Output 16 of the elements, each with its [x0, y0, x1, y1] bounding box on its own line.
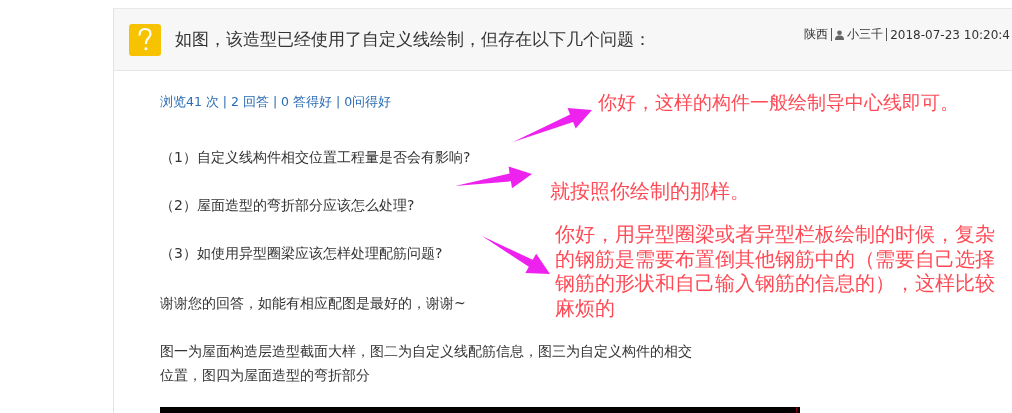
description-text: 图一为屋面构造层造型截面大样，图二为自定义线配筋信息，图三为自定义构件的相交位置，图四为屋面造型的弯折部分: [160, 342, 693, 385]
thanks-text: 谢谢您的回答，如能有相应配图是最好的，谢谢~: [160, 294, 466, 313]
author-link[interactable]: 小三千: [847, 26, 884, 43]
annotation-text: 就按照你绘制的那样。: [550, 180, 750, 205]
annotation-text: 你好，这样的构件一般绘制导中心线即可。: [598, 90, 959, 115]
question-icon: [129, 23, 161, 56]
post-time: 2018-07-23 10:20:4: [890, 27, 1010, 42]
user-icon: [835, 29, 845, 40]
stats-line: 浏览41 次 | 2 回答 | 0 答得好 | 0问得好: [160, 94, 392, 111]
question-item: （1）自定义线构件相交位置工程量是否会有影响?: [160, 148, 471, 167]
question-title: 如图，该造型已经使用了自定义线绘制，但存在以下几个问题：: [175, 28, 651, 51]
annotation-arrow: [482, 236, 550, 274]
question-item: （2）屋面造型的弯折部分应该怎么处理?: [160, 196, 415, 215]
question-item: （3）如使用异型圈梁应该怎样处理配筋问题?: [160, 244, 443, 263]
annotation-text: 你好，用异型圈梁或者异型栏板绘制的时候，复杂的钢筋是需要布置倒其他钢筋中的（需要自己选择钢筋的形状和自己输入钢筋的信息的），这样比较麻烦的: [555, 222, 995, 320]
location-label: 陕西: [804, 26, 829, 43]
